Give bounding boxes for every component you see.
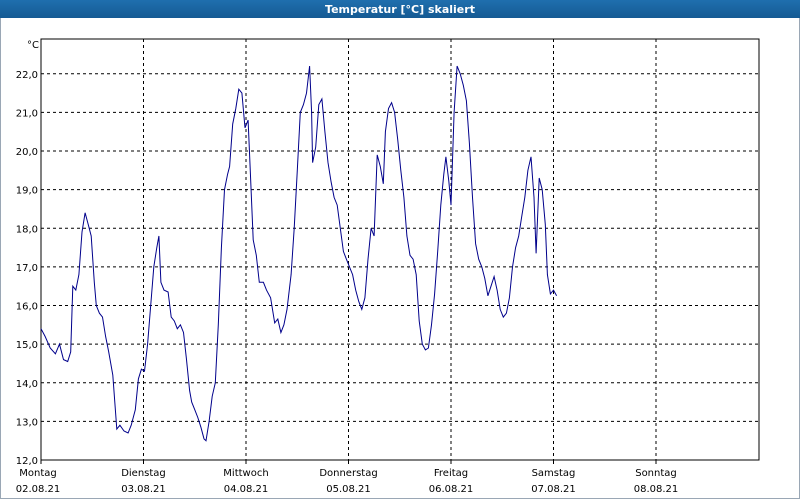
x-tick-date-label: 08.08.21 — [634, 484, 679, 495]
x-tick-date-label: 02.08.21 — [16, 484, 61, 495]
x-tick-date-label: 03.08.21 — [121, 484, 166, 495]
y-tick-label: 15,0 — [16, 340, 38, 351]
x-tick-day-label: Dienstag — [121, 468, 166, 479]
x-tick-day-label: Montag — [19, 468, 56, 479]
y-axis-label: °C — [27, 40, 39, 51]
x-tick-day-label: Samstag — [532, 468, 576, 479]
chart-panel: 12,0 13,0 14,0 15,0 16,0 17,0 18,0 19,0 20,0 21,0… — [0, 18, 800, 499]
chart-title: Temperatur [°C] skaliert — [0, 0, 800, 18]
temperature-chart: 12,0 13,0 14,0 15,0 16,0 17,0 18,0 19,0 20,0 21,0… — [16, 38, 760, 495]
y-tick-label: 21,0 — [16, 108, 38, 119]
y-tick-label: 17,0 — [16, 263, 38, 274]
x-tick-day-label: Mittwoch — [223, 468, 268, 479]
x-tick-day-label: Freitag — [434, 468, 468, 479]
y-tick-label: 20,0 — [16, 147, 38, 158]
x-tick-day-label: Donnerstag — [319, 468, 377, 479]
y-tick-label: 22,0 — [16, 70, 38, 81]
x-tick-date-label: 04.08.21 — [224, 484, 269, 495]
y-tick-label: 14,0 — [16, 379, 38, 390]
plot-area — [40, 38, 760, 461]
x-tick-day-label: Sonntag — [635, 468, 677, 479]
x-tick-date-label: 07.08.21 — [531, 484, 576, 495]
y-tick-label: 18,0 — [16, 224, 38, 235]
y-tick-label: 19,0 — [16, 186, 38, 197]
y-tick-label: 13,0 — [16, 417, 38, 428]
x-tick-date-label: 05.08.21 — [326, 484, 371, 495]
y-tick-label: 12,0 — [16, 456, 38, 467]
x-tick-date-label: 06.08.21 — [429, 484, 474, 495]
y-tick-label: 16,0 — [16, 302, 38, 313]
